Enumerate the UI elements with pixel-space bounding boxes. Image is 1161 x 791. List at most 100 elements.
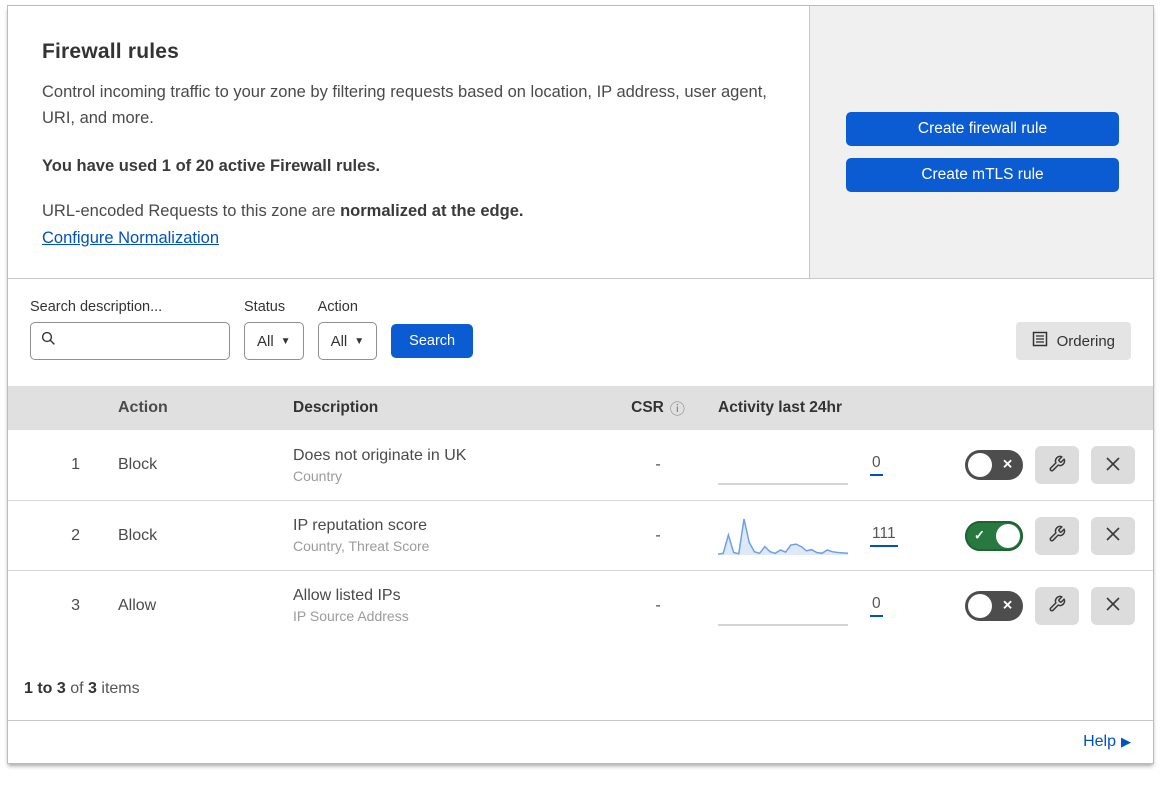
help-row: Help ▶ — [8, 721, 1153, 763]
action-dropdown-value: All — [330, 332, 348, 350]
rule-activity-cell: 0 — [713, 443, 928, 487]
activity-count-link[interactable]: 0 — [870, 595, 883, 617]
search-icon — [41, 331, 56, 351]
rules-table: Action Description CSR ⓘ Activity last 24… — [8, 386, 1153, 640]
count-of: of — [65, 680, 89, 698]
rule-description: IP reputation score — [293, 517, 428, 535]
rule-csr-value: - — [655, 596, 661, 614]
rule-criteria: Country, Threat Score — [293, 538, 430, 555]
actions-panel: Create firewall rule Create mTLS rule — [810, 6, 1153, 279]
intro-panel: Firewall rules Control incoming traffic … — [8, 6, 810, 279]
create-mtls-rule-button[interactable]: Create mTLS rule — [846, 158, 1119, 192]
status-label: Status — [244, 299, 286, 316]
rule-csr-value: - — [655, 526, 661, 544]
header-csr: CSR ⓘ — [603, 398, 713, 419]
rule-controls: ✕ — [928, 586, 1153, 625]
header-action: Action — [118, 399, 168, 417]
configure-normalization-link[interactable]: Configure Normalization — [42, 229, 219, 248]
rule-description: Allow listed IPs — [293, 587, 401, 605]
rule-action: Block — [118, 526, 158, 544]
rule-controls: ✓ — [928, 516, 1153, 555]
close-icon — [1105, 456, 1121, 475]
rule-csr-value: - — [655, 456, 661, 474]
firewall-rules-card: Firewall rules Control incoming traffic … — [7, 5, 1154, 765]
table-header-row: Action Description CSR ⓘ Activity last 24… — [8, 386, 1153, 431]
delete-rule-button[interactable] — [1091, 586, 1135, 625]
edit-rule-button[interactable] — [1035, 446, 1079, 485]
activity-count-link[interactable]: 111 — [870, 525, 898, 547]
table-row: 2 Block IP reputation score Country, Thr… — [8, 500, 1153, 570]
rule-action: Block — [118, 456, 158, 474]
toggle-knob — [968, 593, 992, 618]
toggle-knob — [968, 453, 992, 478]
rule-activity-cell: 111 — [713, 514, 928, 558]
edit-rule-button[interactable] — [1035, 586, 1079, 625]
action-dropdown[interactable]: All ▼ — [317, 322, 378, 361]
header-description: Description — [293, 399, 379, 417]
toggle-state-icon: ✕ — [1002, 597, 1013, 613]
rule-controls: ✕ — [928, 446, 1153, 485]
items-count: 1 to 3 of 3 items — [8, 640, 1153, 722]
ordering-button[interactable]: Ordering — [1015, 322, 1131, 361]
rule-description: Does not originate in UK — [293, 446, 467, 464]
delete-rule-button[interactable] — [1091, 446, 1135, 485]
count-total: 3 — [88, 680, 97, 698]
wrench-icon — [1048, 455, 1066, 476]
create-firewall-rule-button[interactable]: Create firewall rule — [846, 112, 1119, 146]
count-items: items — [96, 680, 140, 698]
normalization-note: URL-encoded Requests to this zone are no… — [42, 202, 769, 221]
rule-enabled-toggle[interactable]: ✕ — [965, 450, 1023, 481]
rule-priority-number: 3 — [71, 596, 80, 614]
rule-enabled-toggle[interactable]: ✕ — [965, 590, 1023, 621]
help-link[interactable]: Help ▶ — [1083, 733, 1131, 750]
activity-sparkline — [718, 623, 848, 626]
action-field-group: Action All ▼ — [317, 299, 378, 361]
delete-rule-button[interactable] — [1091, 516, 1135, 555]
help-arrow-icon: ▶ — [1121, 734, 1131, 750]
usage-summary: You have used 1 of 20 active Firewall ru… — [42, 157, 381, 176]
header-csr-label: CSR — [631, 399, 664, 417]
rule-description-cell: IP reputation score Country, Threat Scor… — [263, 517, 603, 554]
filter-bar: Search description... Status All ▼ Actio… — [8, 279, 1153, 386]
header-activity: Activity last 24hr — [718, 399, 843, 417]
search-field-group: Search description... — [30, 299, 230, 361]
count-range: 1 to 3 — [24, 680, 66, 698]
rule-description-cell: Does not originate in UK Country — [263, 447, 603, 484]
search-box[interactable] — [30, 322, 230, 361]
rule-csr-cell: - — [603, 456, 713, 474]
help-link-label: Help — [1083, 733, 1116, 751]
normalization-bold: normalized at the edge. — [340, 202, 524, 221]
rule-activity-cell: 0 — [713, 584, 928, 628]
wrench-icon — [1048, 525, 1066, 546]
ordering-button-label: Ordering — [1056, 332, 1115, 350]
activity-count-link[interactable]: 0 — [870, 454, 883, 477]
toggle-state-icon: ✕ — [1002, 456, 1013, 472]
header-section: Firewall rules Control incoming traffic … — [8, 6, 1153, 280]
search-button[interactable]: Search — [391, 324, 474, 359]
rule-priority-number: 2 — [71, 526, 80, 544]
chevron-down-icon: ▼ — [354, 335, 365, 347]
rule-description-cell: Allow listed IPs IP Source Address — [263, 587, 603, 624]
status-field-group: Status All ▼ — [244, 299, 304, 361]
rule-csr-cell: - — [603, 597, 713, 615]
table-body: 1 Block Does not originate in UK Country… — [8, 430, 1153, 640]
table-row: 3 Allow Allow listed IPs IP Source Addre… — [8, 570, 1153, 640]
wrench-icon — [1048, 595, 1066, 616]
rule-enabled-toggle[interactable]: ✓ — [965, 520, 1023, 551]
rule-criteria: Country — [293, 467, 343, 484]
status-dropdown[interactable]: All ▼ — [244, 322, 304, 361]
info-icon[interactable]: ⓘ — [670, 398, 685, 419]
toggle-knob — [996, 523, 1020, 548]
normalization-prefix: URL-encoded Requests to this zone are — [42, 202, 341, 221]
table-row: 1 Block Does not originate in UK Country… — [8, 430, 1153, 500]
close-icon — [1105, 596, 1121, 615]
close-icon — [1105, 526, 1121, 545]
search-input[interactable] — [64, 333, 219, 350]
activity-sparkline — [718, 518, 848, 555]
rule-csr-cell: - — [603, 527, 713, 545]
edit-rule-button[interactable] — [1035, 516, 1079, 555]
action-label: Action — [317, 299, 358, 316]
rule-action: Allow — [118, 596, 157, 614]
activity-sparkline — [718, 483, 848, 485]
status-dropdown-value: All — [257, 332, 274, 350]
